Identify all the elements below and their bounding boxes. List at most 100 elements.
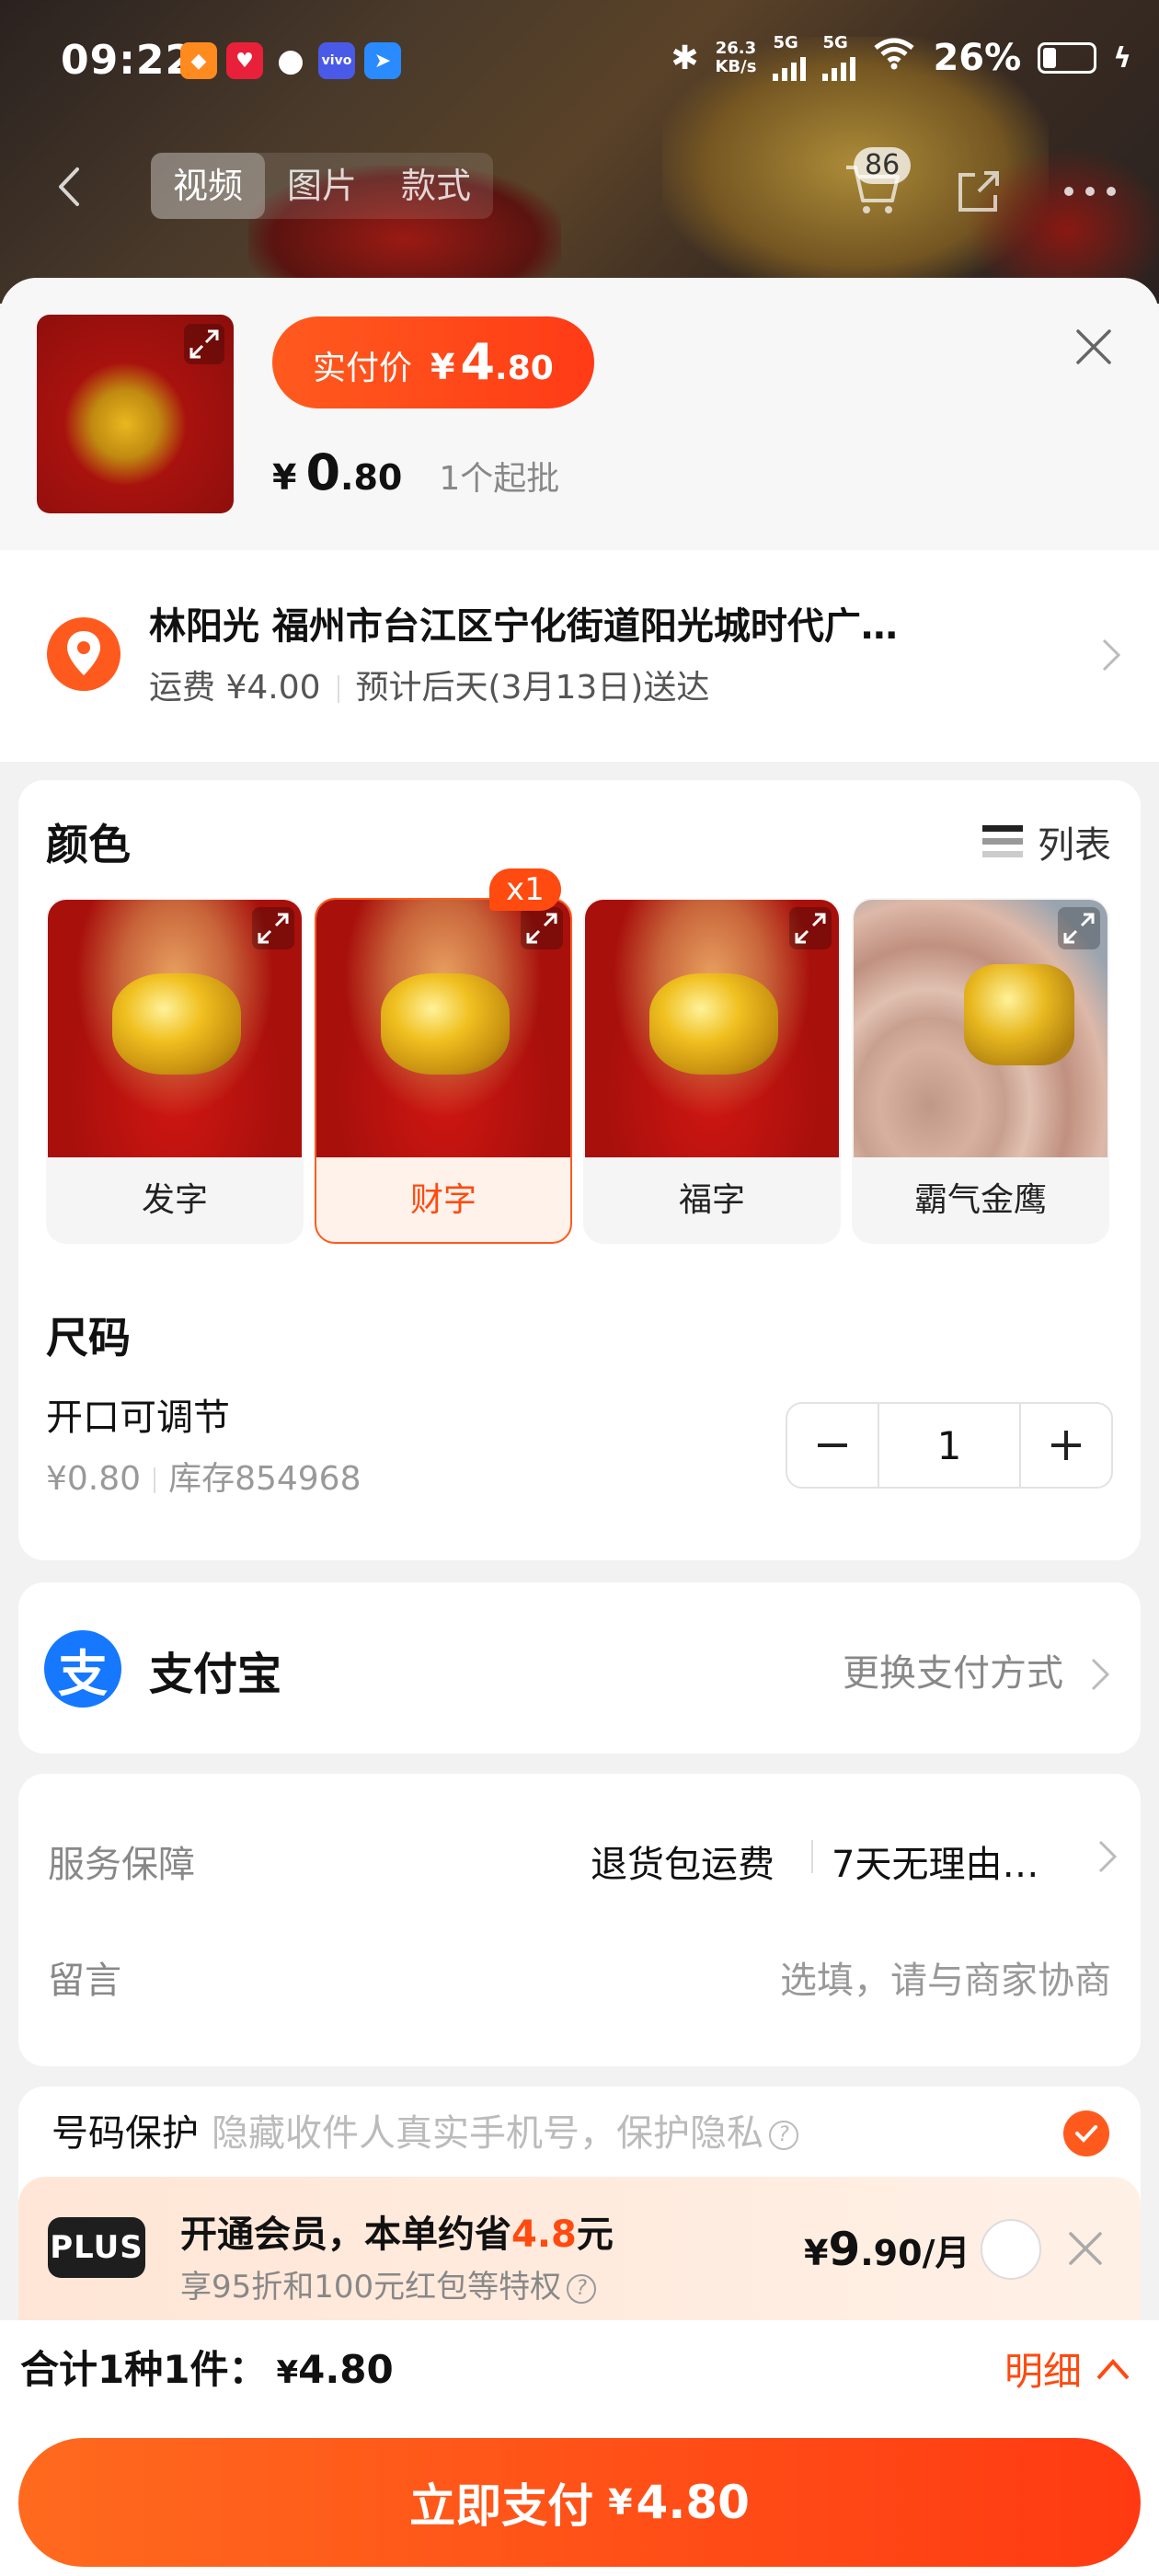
- quantity-stepper: 1: [786, 1402, 1113, 1489]
- status-time: 09:22: [61, 37, 195, 84]
- order-total: 合计1种1件： ¥4.80: [20, 2347, 394, 2392]
- wifi-icon: [872, 37, 916, 79]
- cart-count-badge: 86: [854, 147, 912, 184]
- tab-video[interactable]: 视频: [151, 153, 266, 219]
- change-payment-link[interactable]: 更换支付方式: [843, 1643, 1063, 1696]
- location-pin-icon: [47, 617, 120, 691]
- expand-icon[interactable]: [1058, 907, 1100, 949]
- app-notification-icon: ➤: [364, 42, 401, 79]
- checkout-bar: 合计1种1件： ¥4.80 明细 立即支付 ¥4.80: [0, 2320, 1159, 2576]
- selected-quantity-badge: x1: [489, 868, 561, 911]
- service-label: 服务保障: [48, 1844, 195, 1886]
- status-bar: 09:22 ◆ ♥ ● vivo ➤ ✱ 26.3 KB/s 5G 5G 26% …: [0, 0, 1159, 120]
- number-protection-desc: 隐藏收件人真实手机号，保护隐私: [212, 2112, 763, 2155]
- app-notification-icon: ♥: [226, 42, 263, 79]
- chevron-right-icon: [1098, 1840, 1118, 1873]
- actual-price-label: 实付价: [313, 350, 413, 387]
- plus-subtitle: 享95折和100元红包等特权?: [180, 2261, 597, 2306]
- color-option[interactable]: 发字: [46, 898, 304, 1244]
- net-speed: 26.3 KB/s: [715, 39, 757, 76]
- pay-now-button[interactable]: 立即支付 ¥4.80: [18, 2438, 1141, 2567]
- option-label: 福字: [678, 1181, 745, 1219]
- expand-icon[interactable]: [184, 324, 224, 364]
- list-view-label: 列表: [1038, 824, 1111, 867]
- min-order-quantity: 1个起批: [439, 460, 560, 498]
- size-price: ¥0.80: [46, 1460, 142, 1498]
- option-label: 霸气金鹰: [913, 1181, 1047, 1219]
- charging-icon: ϟ: [1113, 41, 1131, 75]
- increase-button[interactable]: [1021, 1404, 1111, 1487]
- actual-price-integer: 4: [460, 333, 496, 391]
- battery-icon: [1038, 42, 1097, 74]
- payment-method-name: 支付宝: [149, 1649, 282, 1700]
- delivery-eta: 预计后天(3月13日)送达: [355, 669, 710, 707]
- more-icon[interactable]: [1058, 164, 1122, 219]
- color-option[interactable]: 霸气金鹰: [852, 898, 1109, 1244]
- alipay-icon: 支: [44, 1630, 121, 1708]
- address-row[interactable]: 林阳光 福州市台江区宁化街道阳光城时代广… 运费 ¥4.00 预计后天(3月13日…: [0, 550, 1159, 762]
- message-label: 留言: [48, 1960, 121, 2002]
- unit-price: ¥ 0 .80 1个起批: [272, 443, 559, 501]
- color-option-selected[interactable]: 财字 x1: [315, 868, 572, 1244]
- number-protection-row: 号码保护 隐藏收件人真实手机号，保护隐私?: [52, 2103, 798, 2156]
- unit-price-decimal: .80: [340, 457, 403, 498]
- plus-select-radio[interactable]: [981, 2219, 1041, 2280]
- option-label: 财字: [409, 1181, 476, 1219]
- share-icon[interactable]: [951, 164, 1006, 219]
- unit-price-integer: 0: [305, 443, 341, 501]
- size-stock: 库存854968: [168, 1460, 361, 1498]
- decrease-button[interactable]: [787, 1404, 878, 1487]
- service-7day-return[interactable]: 7天无理由…: [832, 1834, 1039, 1888]
- chevron-right-icon: [1091, 1658, 1110, 1691]
- size-name: 开口可调节: [46, 1397, 230, 1439]
- wechat-icon: ●: [277, 42, 304, 79]
- quantity-value[interactable]: 1: [878, 1404, 1021, 1487]
- list-icon: [982, 825, 1023, 857]
- help-icon[interactable]: ?: [567, 2273, 597, 2304]
- expand-icon[interactable]: [789, 907, 832, 949]
- chevron-right-icon: [1102, 638, 1121, 672]
- minus-icon: [818, 1443, 847, 1447]
- delivery-info: 运费 ¥4.00 预计后天(3月13日)送达: [149, 661, 709, 708]
- option-image: [316, 900, 570, 1157]
- plus-membership-banner[interactable]: PLUS 开通会员，本单约省4.8元 享95折和100元红包等特权? ¥9.90…: [18, 2177, 1141, 2320]
- color-option[interactable]: 福字: [583, 898, 841, 1244]
- media-tabs: 视频 图片 款式: [151, 153, 494, 219]
- tab-images[interactable]: 图片: [265, 153, 379, 219]
- size-meta: ¥0.80 库存854968: [46, 1452, 361, 1500]
- product-thumbnail[interactable]: [37, 315, 234, 513]
- bluetooth-icon: ✱: [671, 39, 699, 77]
- option-image: [48, 900, 302, 1157]
- currency-symbol: ¥: [272, 457, 297, 498]
- plus-badge: PLUS: [48, 2217, 145, 2278]
- chevron-up-icon: [1096, 2358, 1130, 2379]
- expand-icon[interactable]: [252, 907, 294, 949]
- close-icon[interactable]: [1071, 324, 1117, 370]
- status-right: ✱ 26.3 KB/s 5G 5G 26% ϟ: [671, 35, 1131, 81]
- plus-icon: [1051, 1431, 1081, 1460]
- option-label: 发字: [141, 1181, 208, 1219]
- price-detail-toggle[interactable]: 明细: [1004, 2340, 1131, 2397]
- product-header: 实付价 ¥ 4 .80 ¥ 0 .80 1个起批: [0, 278, 1159, 550]
- number-protection-checkbox[interactable]: [1063, 2110, 1109, 2156]
- color-section-title: 颜色: [46, 820, 131, 869]
- actual-price-decimal: .80: [495, 350, 554, 387]
- payment-method-card[interactable]: 支 支付宝 更换支付方式: [18, 1582, 1141, 1754]
- plus-saving: 4.8: [511, 2214, 577, 2256]
- option-image: [854, 900, 1107, 1157]
- media-navbar: 视频 图片 款式 86: [0, 147, 1159, 230]
- shipping-fee: 运费 ¥4.00: [149, 669, 321, 707]
- color-options: 发字 财字 x1 福字 霸气金鹰: [46, 868, 1109, 1244]
- number-protection-label: 号码保护: [52, 2112, 199, 2155]
- back-icon[interactable]: [48, 164, 94, 210]
- list-view-toggle[interactable]: 列表: [981, 815, 1111, 868]
- help-icon[interactable]: ?: [769, 2121, 798, 2150]
- message-input[interactable]: 选填，请与商家协商: [780, 1950, 1111, 2004]
- option-image: [585, 900, 839, 1157]
- signal-icon: 5G: [822, 35, 856, 81]
- expand-icon[interactable]: [521, 907, 563, 949]
- address-line: 林阳光 福州市台江区宁化街道阳光城时代广…: [149, 605, 898, 648]
- tab-styles[interactable]: 款式: [379, 153, 493, 219]
- close-icon[interactable]: [1065, 2228, 1106, 2269]
- service-return-shipping[interactable]: 退货包运费: [591, 1834, 775, 1888]
